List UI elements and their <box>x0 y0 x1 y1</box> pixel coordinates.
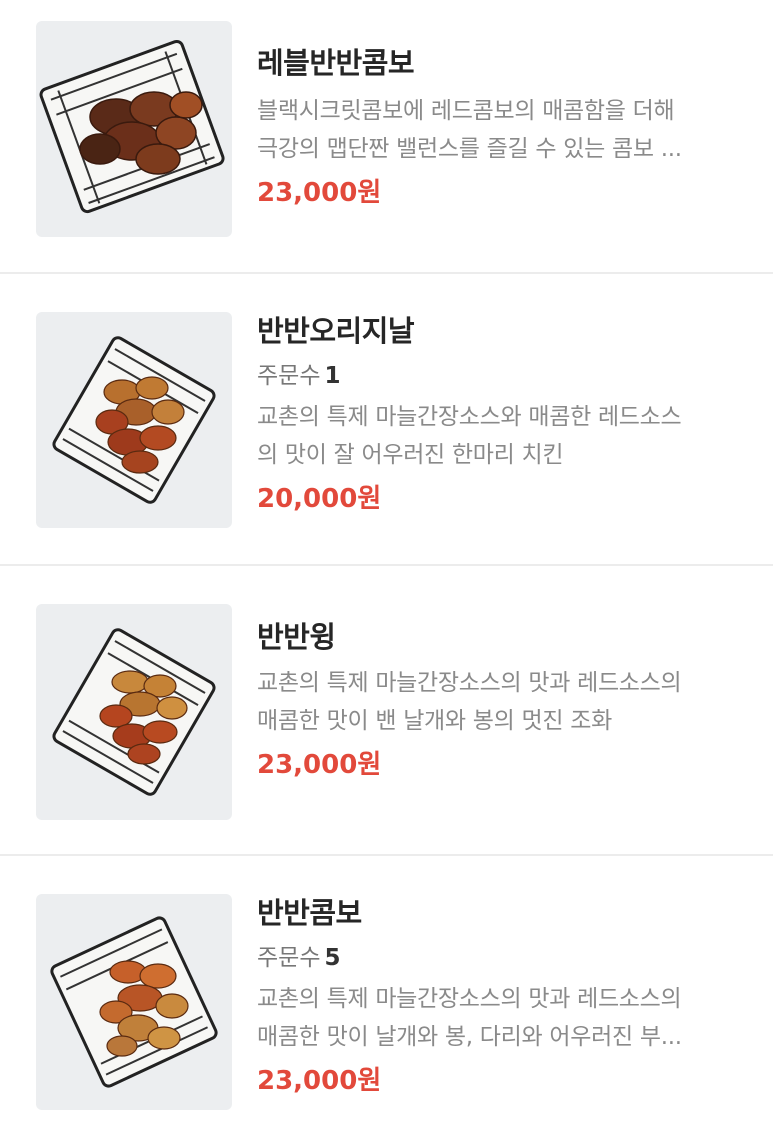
description-line: 블랙시크릿콤보에 레드콤보의 매콤함을 더해 <box>257 98 675 124</box>
menu-item-price: 23,000원 <box>257 750 382 780</box>
menu-item-description: 블랙시크릿콤보에 레드콤보의 매콤함을 더해 극강의 맵단짠 밸런스를 즐길 수… <box>257 92 743 168</box>
fried-chicken-basket-image <box>52 336 216 504</box>
menu-item-name[interactable]: 반반윙 <box>257 618 743 656</box>
order-count-label: 주문수 <box>257 363 321 389</box>
menu-item-banban-wing[interactable]: 반반윙 교촌의 특제 마늘간장소스의 맛과 레드소스의 매콤한 맛이 밴 날개와… <box>0 566 773 854</box>
fried-chicken-basket-image <box>52 628 216 796</box>
menu-item-description: 교촌의 특제 마늘간장소스의 맛과 레드소스의 매콤한 맛이 밴 날개와 봉의 … <box>257 664 743 740</box>
description-line: 매콤한 맛이 날개와 봉, 다리와 어우러진 부... <box>257 1024 682 1050</box>
menu-item-image[interactable] <box>36 21 232 237</box>
description-line: 교촌의 특제 마늘간장소스의 맛과 레드소스의 <box>257 986 682 1012</box>
fried-chicken-basket-image <box>39 39 225 214</box>
menu-item-name[interactable]: 반반오리지날 <box>257 312 743 350</box>
description-line: 교촌의 특제 마늘간장소스의 맛과 레드소스의 <box>257 670 682 696</box>
menu-item-rebel-banban-combo[interactable]: 레블반반콤보 블랙시크릿콤보에 레드콤보의 매콤함을 더해 극강의 맵단짠 밸런… <box>0 0 773 272</box>
menu-item-banban-combo[interactable]: 반반콤보 주문수 5 교촌의 특제 마늘간장소스의 맛과 레드소스의 매콤한 맛이… <box>0 856 773 1130</box>
menu-item-info: 반반오리지날 주문수 1 교촌의 특제 마늘간장소스와 매콤한 레드소스 의 맛이… <box>257 312 743 516</box>
order-count-value: 1 <box>324 363 341 389</box>
description-line: 의 맛이 잘 어우러진 한마리 치킨 <box>257 442 564 468</box>
menu-item-banban-original[interactable]: 반반오리지날 주문수 1 교촌의 특제 마늘간장소스와 매콤한 레드소스 의 맛이… <box>0 274 773 564</box>
menu-item-info: 반반콤보 주문수 5 교촌의 특제 마늘간장소스의 맛과 레드소스의 매콤한 맛이… <box>257 894 743 1098</box>
description-line: 교촌의 특제 마늘간장소스와 매콤한 레드소스 <box>257 404 682 430</box>
fried-chicken-basket-image <box>50 916 218 1088</box>
menu-item-price: 23,000원 <box>257 178 382 208</box>
menu-item-price: 23,000원 <box>257 1066 382 1096</box>
order-count-label: 주문수 <box>257 945 321 971</box>
menu-item-description: 교촌의 특제 마늘간장소스와 매콤한 레드소스 의 맛이 잘 어우러진 한마리 … <box>257 398 743 474</box>
menu-item-image[interactable] <box>36 894 232 1110</box>
menu-item-description: 교촌의 특제 마늘간장소스의 맛과 레드소스의 매콤한 맛이 날개와 봉, 다리… <box>257 980 743 1056</box>
menu-item-name[interactable]: 레블반반콤보 <box>257 44 743 82</box>
menu-item-image[interactable] <box>36 604 232 820</box>
menu-item-info: 반반윙 교촌의 특제 마늘간장소스의 맛과 레드소스의 매콤한 맛이 밴 날개와… <box>257 618 743 782</box>
menu-item-image[interactable] <box>36 312 232 528</box>
description-line: 극강의 맵단짠 밸런스를 즐길 수 있는 콤보 ... <box>257 136 682 162</box>
menu-item-name[interactable]: 반반콤보 <box>257 894 743 932</box>
description-line: 매콤한 맛이 밴 날개와 봉의 멋진 조화 <box>257 708 612 734</box>
order-count: 주문수 5 <box>257 940 743 976</box>
menu-item-info: 레블반반콤보 블랙시크릿콤보에 레드콤보의 매콤함을 더해 극강의 맵단짠 밸런… <box>257 44 743 210</box>
menu-item-price: 20,000원 <box>257 484 382 514</box>
order-count-value: 5 <box>324 945 341 971</box>
order-count: 주문수 1 <box>257 358 743 394</box>
